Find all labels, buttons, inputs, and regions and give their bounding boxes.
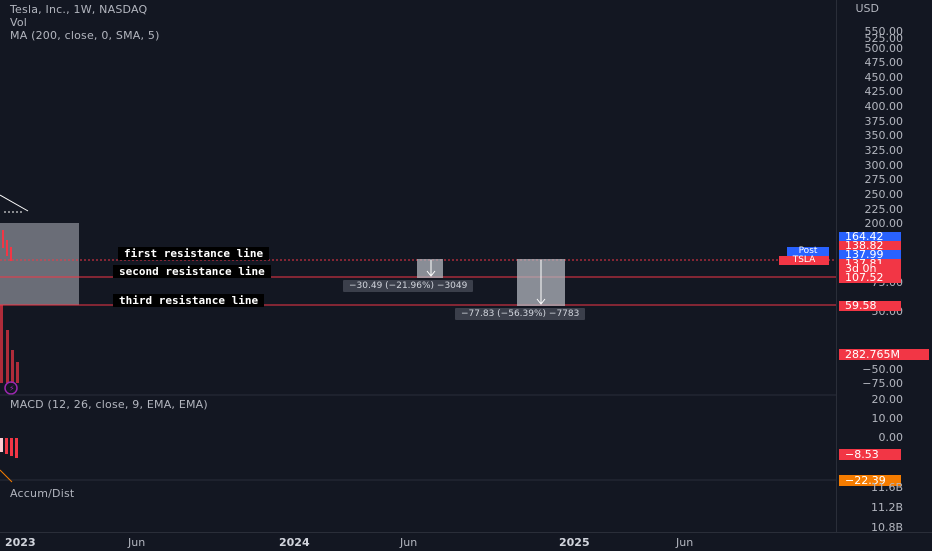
third-resistance-label[interactable]: third resistance line [113,294,265,307]
macd-bar [15,438,18,458]
candle [2,230,4,248]
symbol-legend[interactable]: Tesla, Inc., 1W, NASDAQ [10,3,147,16]
candle [6,240,8,256]
time-label: Jun [128,536,146,549]
macd-bar [0,438,3,452]
price-tick: 275.00 [864,173,904,186]
volume-bar [11,350,14,383]
volume-bar [0,305,3,383]
macd-tick: 0.00 [878,431,904,444]
macd-tick: 20.00 [871,393,904,406]
price-tick: 300.00 [864,159,904,172]
time-label: 2023 [5,536,36,549]
price-tag-r2: 107.52 [839,272,901,283]
price-tick: 250.00 [864,188,904,201]
volume-tag: 282.765M [839,349,929,360]
volume-bar [6,330,9,383]
ma-legend[interactable]: MA (200, close, 0, SMA, 5) [10,29,160,42]
ticker-tag: TSLA [779,256,829,265]
price-tick: 350.00 [864,129,904,142]
flash-glyph: ⚡ [9,384,15,393]
range-box[interactable] [0,223,79,305]
price-tick: 525.00 [864,32,904,45]
macd-bar [5,438,8,454]
price-tick: 375.00 [864,115,904,128]
measure-label-1[interactable]: −30.49 (−21.96%) −3049 [343,280,474,292]
time-label: 2025 [559,536,590,549]
time-label: 2024 [279,536,310,549]
accum-tick: 11.2B [870,501,903,514]
price-tick: 325.00 [864,144,904,157]
accum-legend[interactable]: Accum/Dist [10,487,74,500]
time-label: Jun [676,536,694,549]
price-tag-r3: 59.58 [839,300,901,311]
price-tick: 400.00 [864,100,904,113]
time-label: Jun [400,536,418,549]
price-tick: 450.00 [864,71,904,84]
measure-label-2[interactable]: −77.83 (−56.39%) −7783 [455,308,586,320]
chart-area[interactable]: ⚡ Tesla, Inc., 1W, NASDAQ Vol MA (200, c… [0,0,836,550]
second-resistance-label[interactable]: second resistance line [113,265,271,278]
price-tick: 225.00 [864,203,904,216]
macd-bar [10,438,13,456]
vol-legend[interactable]: Vol [10,16,27,29]
macd-tag-1: −8.53 [839,449,901,460]
price-tick: 200.00 [864,217,904,230]
price-tick: −50.00 [862,363,903,376]
price-tick: −75.00 [862,377,903,390]
price-tick: 475.00 [864,56,904,69]
macd-legend[interactable]: MACD (12, 26, close, 9, EMA, EMA) [10,398,208,411]
volume-bar [16,362,19,383]
candle [10,247,12,261]
macd-tick: 10.00 [871,412,904,425]
price-tick: 425.00 [864,85,904,98]
first-resistance-label[interactable]: first resistance line [118,247,270,260]
accum-tick: 11.6B [870,481,903,494]
trend-line[interactable] [0,194,29,212]
price-axis[interactable]: USD 550.00 500.00 525.00 475.00 450.00 4… [836,0,932,534]
price-unit: USD [855,2,879,15]
